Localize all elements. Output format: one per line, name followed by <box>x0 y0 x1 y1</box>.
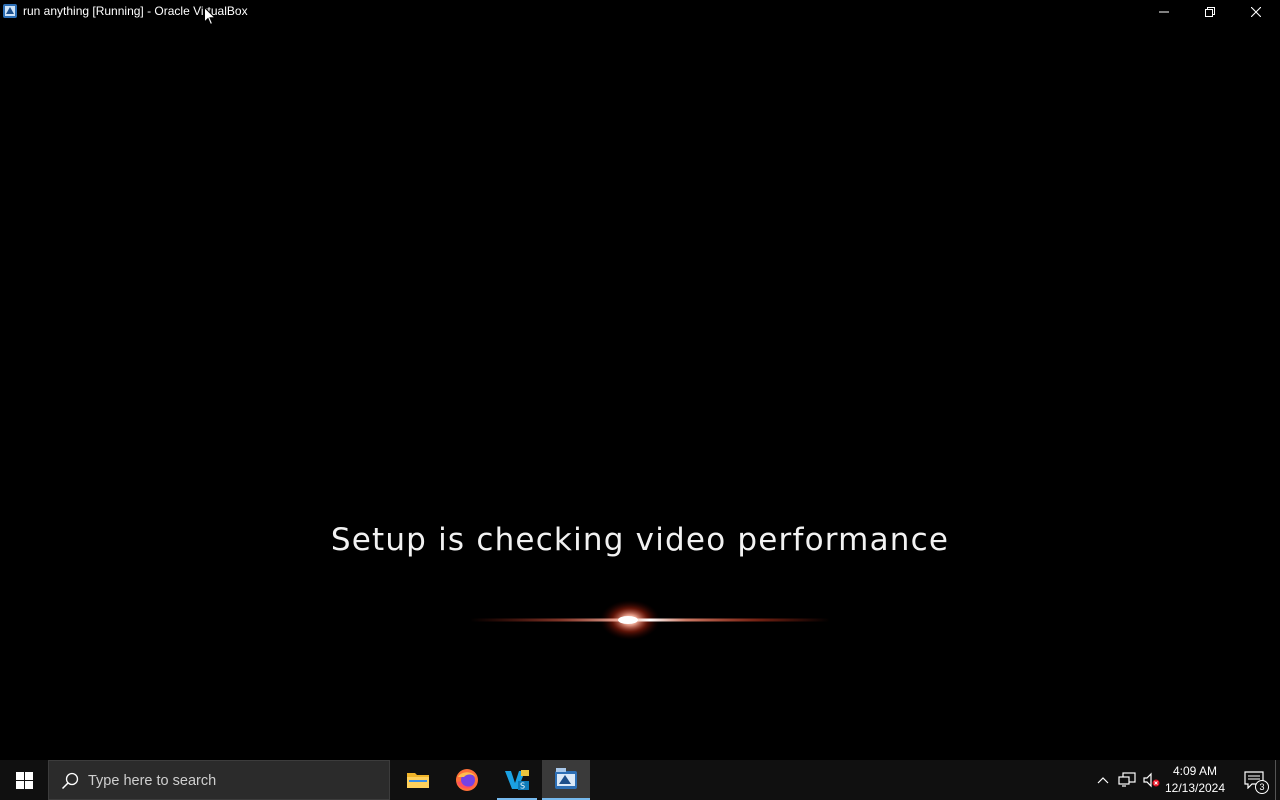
tray-volume[interactable] <box>1141 770 1161 790</box>
chevron-up-icon <box>1097 777 1109 784</box>
visual-studio-icon: S <box>505 770 529 791</box>
search-icon <box>61 772 79 790</box>
restore-icon <box>1205 7 1215 17</box>
minimize-icon <box>1159 11 1169 13</box>
clock-time: 4:09 AM <box>1172 764 1218 778</box>
taskbar-search-box[interactable]: Type here to search <box>48 760 390 800</box>
notification-count-badge: 3 <box>1255 780 1269 794</box>
virtualbox-icon <box>555 768 577 789</box>
start-button[interactable] <box>0 760 48 800</box>
virtualbox-app-icon[interactable] <box>2 3 18 19</box>
vm-display[interactable] <box>0 24 1280 760</box>
svg-text:S: S <box>520 782 525 791</box>
mouse-cursor <box>204 6 217 26</box>
minimize-button[interactable] <box>1141 0 1187 24</box>
taskbar-app-firefox[interactable] <box>443 760 491 800</box>
show-desktop-button[interactable] <box>1275 760 1280 800</box>
title-bar[interactable]: run anything [Running] - Oracle VirtualB… <box>0 0 1280 24</box>
windows-logo-icon <box>15 771 33 789</box>
taskbar-clock[interactable]: 4:09 AM 12/13/2024 <box>1160 763 1230 797</box>
setup-status-message: Setup is checking video performance <box>330 522 950 558</box>
taskbar-app-visual-studio[interactable]: S <box>493 760 541 800</box>
action-center-button[interactable]: 3 <box>1234 760 1274 800</box>
clock-date: 12/13/2024 <box>1164 781 1226 795</box>
firefox-icon <box>456 769 478 791</box>
taskbar: Type here to search S 4:09 AM 12/13/2024… <box>0 760 1280 800</box>
restore-button[interactable] <box>1187 0 1233 24</box>
tray-overflow-button[interactable] <box>1093 770 1113 790</box>
taskbar-app-file-explorer[interactable] <box>394 760 442 800</box>
network-icon <box>1118 772 1136 787</box>
close-icon <box>1251 7 1261 17</box>
close-button[interactable] <box>1233 0 1279 24</box>
folder-icon <box>407 773 429 788</box>
volume-muted-icon <box>1143 772 1160 788</box>
taskbar-app-virtualbox[interactable] <box>542 760 590 800</box>
progress-glow-animation <box>470 594 830 646</box>
search-placeholder: Type here to search <box>88 773 217 789</box>
tray-network[interactable] <box>1117 770 1137 790</box>
virtualbox-window: run anything [Running] - Oracle VirtualB… <box>0 0 1280 760</box>
